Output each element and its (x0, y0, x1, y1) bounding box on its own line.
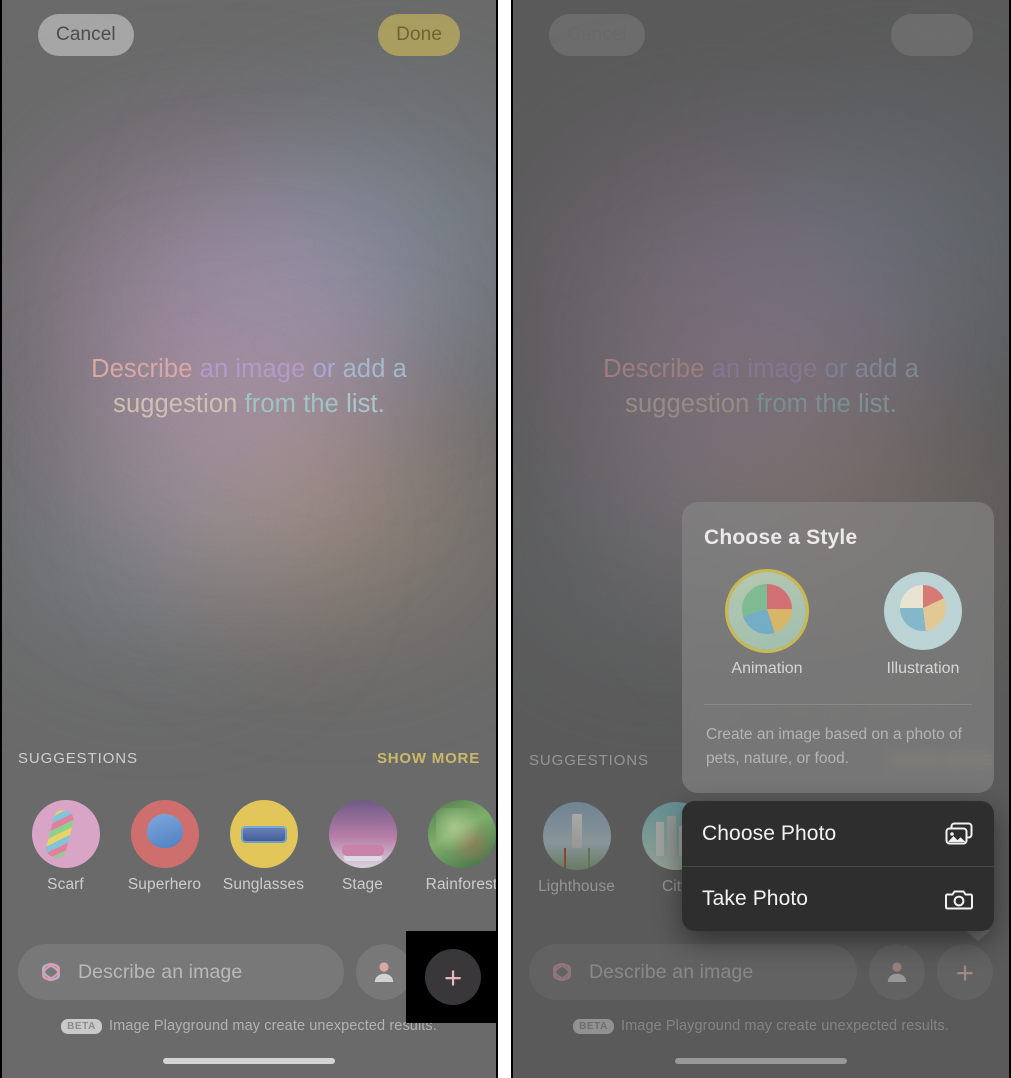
sunglasses-icon (229, 800, 298, 868)
done-button[interactable]: Done (378, 14, 460, 56)
hero-prompt-text: Describe an image or add a suggestion fr… (2, 352, 496, 422)
suggestions-row[interactable]: Scarf Superhero Sunglasses Stage Rainfor… (2, 800, 496, 894)
hero-text-segment: an image (711, 355, 825, 383)
hero-text-segment: add a (342, 355, 407, 383)
suggestion-label: Lighthouse (538, 878, 615, 895)
gradient-blob (122, 230, 422, 460)
suggestion-label: Sunglasses (222, 876, 305, 893)
describe-image-input[interactable]: Describe an image (529, 944, 857, 1000)
style-options-row: Animation Illustration (704, 572, 972, 678)
suggestion-label: Superhero (127, 876, 202, 893)
suggestion-item-rainforest[interactable]: Rainforest (412, 800, 498, 894)
lighthouse-icon (542, 802, 611, 870)
style-card-description: Create an image based on a photo of pets… (704, 704, 972, 793)
disclaimer-text: Image Playground may create unexpected r… (108, 1018, 437, 1034)
hero-text-segment: an image (199, 355, 313, 383)
beta-badge: BETA (61, 1018, 102, 1034)
style-option-animation[interactable]: Animation (718, 572, 816, 678)
hero-text-segment: or (312, 355, 343, 383)
add-button[interactable]: + (425, 949, 481, 1005)
menu-item-take-photo[interactable]: Take Photo (682, 866, 994, 931)
suggestions-label: SUGGESTIONS (529, 752, 649, 769)
choose-a-style-card: Choose a Style Animation Illustration Cr… (682, 502, 994, 793)
animation-style-icon (728, 572, 806, 650)
suggestion-item-sunglasses[interactable]: Sunglasses (214, 800, 313, 894)
suggestion-item-scarf[interactable]: Scarf (16, 800, 115, 894)
person-button[interactable] (869, 944, 925, 1000)
hero-text-segment: list. (858, 390, 897, 418)
sparkle-atom-icon (552, 963, 572, 981)
hero-text-segment: list. (346, 390, 385, 418)
plus-icon: + (443, 959, 463, 995)
plus-icon: + (955, 954, 975, 990)
phone-screen-left: Cancel Done Describe an image or add a s… (0, 0, 498, 1078)
home-indicator (163, 1058, 335, 1064)
phone-screen-right: Cancel Done Describe an image or add a s… (511, 0, 1011, 1078)
menu-item-choose-photo[interactable]: Choose Photo (682, 801, 994, 866)
ambient-gradient-background (2, 0, 496, 1078)
person-icon (374, 962, 394, 982)
context-menu-pointer (965, 930, 991, 941)
hero-text-segment: suggestion (113, 390, 245, 418)
suggestion-item-superhero[interactable]: Superhero (115, 800, 214, 894)
suggestions-label: SUGGESTIONS (18, 750, 138, 767)
photos-icon (944, 821, 974, 847)
add-photo-context-menu: Choose Photo Take Photo (682, 801, 994, 931)
cancel-button[interactable]: Cancel (38, 14, 134, 56)
superhero-icon (130, 800, 199, 868)
person-icon (887, 962, 907, 982)
hero-text-segment: Describe (91, 355, 200, 383)
person-button[interactable] (356, 944, 412, 1000)
describe-image-placeholder: Describe an image (589, 960, 754, 983)
composer-bar: Describe an image + BETA Image Playgroun… (513, 930, 1009, 1078)
hero-text-segment: add a (854, 355, 919, 383)
menu-item-label: Take Photo (702, 887, 809, 910)
hero-text-segment: or (824, 355, 855, 383)
done-button[interactable]: Done (891, 14, 973, 56)
top-bar: Cancel Done (2, 14, 496, 60)
hero-text-segment: suggestion (625, 390, 757, 418)
suggestion-label: Scarf (47, 876, 84, 893)
suggestion-item-lighthouse[interactable]: Lighthouse (527, 802, 626, 896)
style-option-label: Illustration (886, 660, 960, 677)
suggestion-label: Stage (341, 876, 383, 893)
top-bar: Cancel Done (513, 14, 1009, 60)
hero-text-segment: from the (244, 390, 347, 418)
camera-icon (944, 886, 974, 912)
style-option-label: Animation (731, 660, 803, 677)
hero-prompt-text: Describe an image or add a suggestion fr… (513, 352, 1009, 422)
gradient-blob (633, 230, 933, 460)
hero-text-segment: Describe (603, 355, 712, 383)
add-button-spotlight: + (406, 931, 496, 1023)
add-button[interactable]: + (937, 944, 993, 1000)
suggestion-label: Rainforest (425, 876, 498, 893)
show-more-button[interactable]: SHOW MORE (377, 750, 480, 767)
sparkle-atom-icon (41, 963, 61, 981)
screenshot-canvas: Cancel Done Describe an image or add a s… (0, 0, 1011, 1078)
hero-text-segment: from the (756, 390, 859, 418)
describe-image-placeholder: Describe an image (78, 960, 243, 983)
composer-controls: Describe an image + (529, 944, 993, 1000)
stage-icon (328, 800, 397, 868)
beta-badge: BETA (573, 1018, 614, 1034)
scarf-icon (31, 800, 100, 868)
rainforest-icon (427, 800, 496, 868)
style-card-title: Choose a Style (704, 526, 858, 549)
illustration-style-icon (884, 572, 962, 650)
cancel-button[interactable]: Cancel (549, 14, 645, 56)
beta-disclaimer: BETA Image Playground may create unexpec… (513, 1018, 1009, 1034)
menu-item-label: Choose Photo (702, 821, 837, 845)
home-indicator (675, 1058, 847, 1064)
suggestions-header: SUGGESTIONS SHOW MORE (18, 750, 480, 767)
style-option-illustration[interactable]: Illustration (874, 572, 972, 678)
describe-image-input[interactable]: Describe an image (18, 944, 344, 1000)
disclaimer-text: Image Playground may create unexpected r… (620, 1018, 949, 1034)
suggestion-item-stage[interactable]: Stage (313, 800, 412, 894)
